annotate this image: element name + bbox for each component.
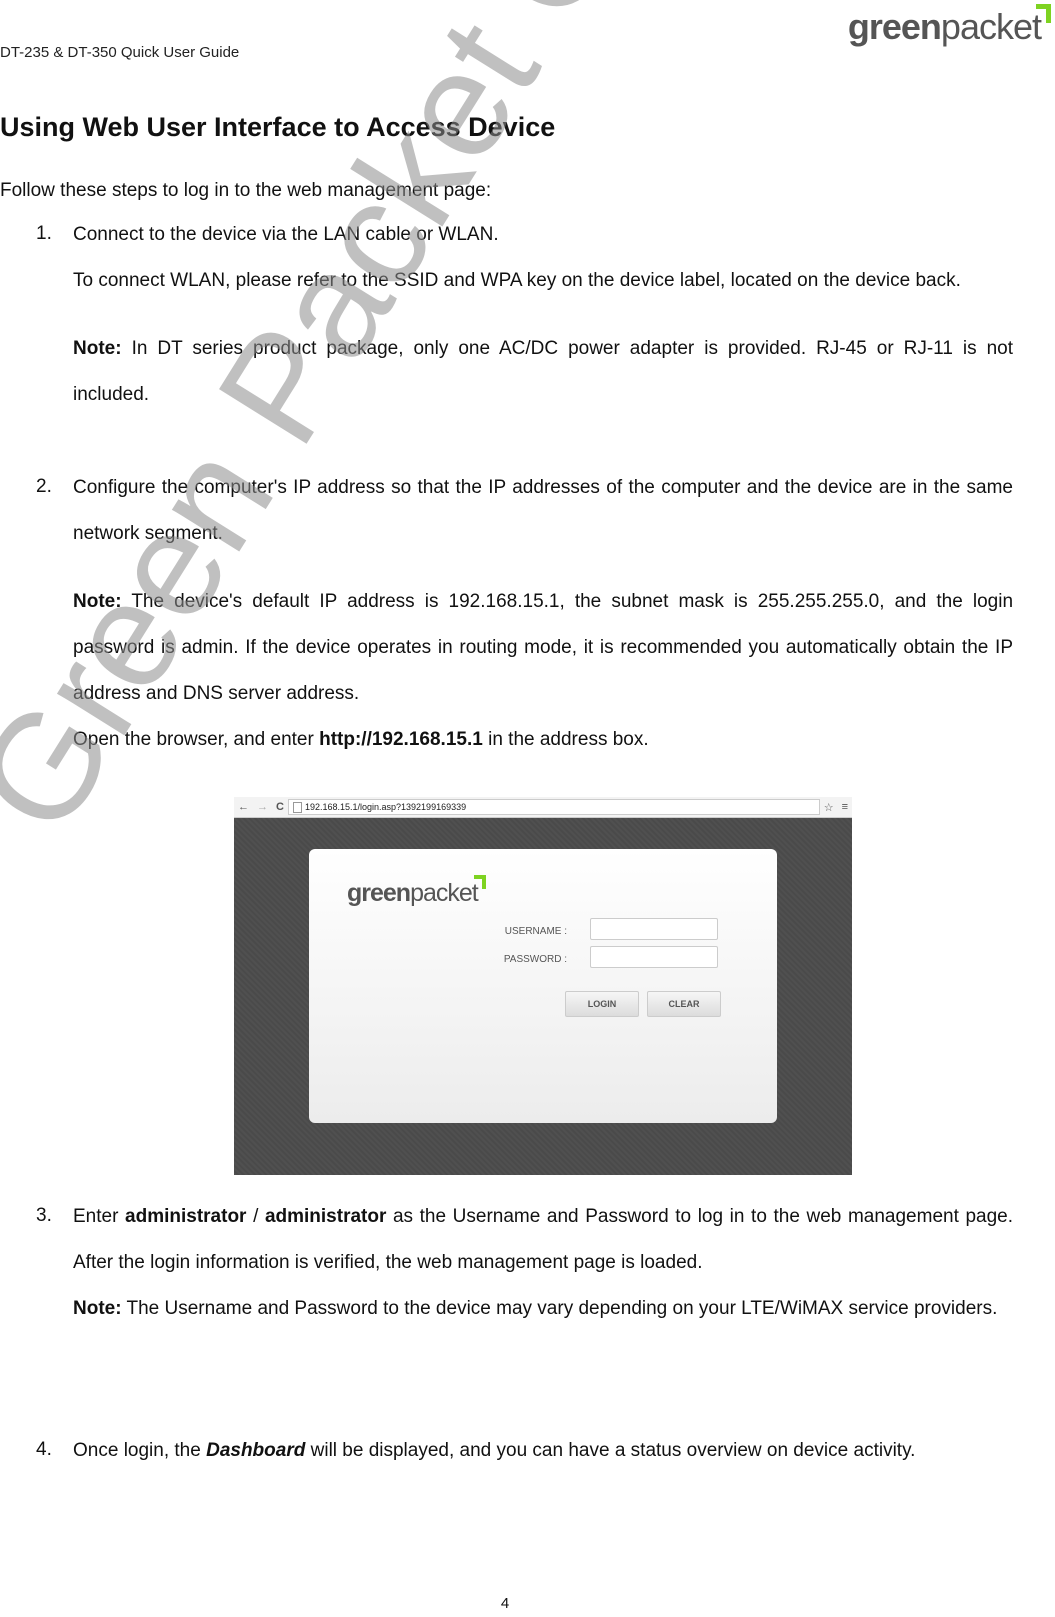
username-input: [590, 918, 718, 940]
address-bar: 192.168.15.1/login.asp?1392199169339: [287, 799, 820, 815]
step-3: Enter administrator / administrator as t…: [73, 1194, 1013, 1332]
open-post: in the address box.: [488, 729, 649, 750]
open-pre: Open the browser, and enter: [73, 729, 314, 750]
clear-button: CLEAR: [647, 991, 721, 1017]
step-1-line: Connect to the device via the LAN cable …: [73, 224, 499, 245]
username-label: USERNAME :: [504, 926, 567, 937]
reload-icon: C: [276, 801, 284, 813]
note-text: The device's default IP address is 192.1…: [73, 591, 1014, 704]
browser-toolbar: ← → C 192.168.15.1/login.asp?13921991693…: [234, 797, 852, 818]
back-icon: ←: [238, 801, 249, 813]
step-4-pre: Once login, the: [73, 1440, 201, 1461]
step-2: Configure the computer's IP address so t…: [73, 465, 1013, 763]
logo-mark-icon: [473, 875, 486, 889]
step-number: 2.: [36, 476, 52, 497]
step-2-text: Configure the computer's IP address so t…: [73, 477, 1013, 544]
step-number: 3.: [36, 1205, 52, 1226]
login-url: http://192.168.15.1: [319, 729, 483, 750]
step-3-text: Enter administrator / administrator as t…: [73, 1194, 1013, 1286]
step-number: 1.: [36, 223, 52, 244]
doc-header-title: DT-235 & DT-350 Quick User Guide: [0, 44, 240, 61]
password-label: PASSWORD :: [503, 954, 567, 965]
logo-bold: green: [847, 6, 942, 47]
separator: /: [253, 1206, 259, 1227]
login-page-screenshot: ← → C 192.168.15.1/login.asp?13921991693…: [234, 797, 852, 1175]
logo-light: packet: [410, 879, 479, 907]
logo-mark-icon: [1036, 4, 1051, 23]
login-panel: greenpacket USERNAME : PASSWORD : LOGIN …: [309, 849, 777, 1123]
section-title: Using Web User Interface to Access Devic…: [0, 112, 556, 142]
logo-bold: green: [347, 879, 411, 907]
note-text: In DT series product package, only one A…: [73, 338, 1014, 405]
star-icon: ☆: [823, 801, 834, 814]
note-text: The Username and Password to the device …: [126, 1298, 998, 1319]
step-2-open-browser: Open the browser, and enter http://192.1…: [73, 717, 1013, 763]
step-1-line: To connect WLAN, please refer to the SSI…: [73, 270, 961, 291]
step-4-post: will be displayed, and you can have a st…: [310, 1440, 916, 1461]
intro-text: Follow these steps to log in to the web …: [0, 180, 492, 201]
menu-icon: ≡: [841, 801, 848, 813]
note-label: Note:: [73, 338, 122, 359]
dashboard-term: Dashboard: [206, 1440, 306, 1461]
forward-icon: →: [257, 801, 268, 813]
step-4: Once login, the Dashboard will be displa…: [73, 1428, 1013, 1474]
step-2-note: Note: The device's default IP address is…: [73, 579, 1013, 717]
note-label: Note:: [73, 591, 122, 612]
step-1: Connect to the device via the LAN cable …: [73, 212, 1013, 418]
step-number: 4.: [36, 1439, 52, 1460]
step-3-note: Note: The Username and Password to the d…: [73, 1286, 1013, 1332]
greenpacket-logo: greenpacket: [847, 4, 1051, 48]
login-button: LOGIN: [565, 991, 639, 1017]
panel-logo: greenpacket: [347, 875, 486, 908]
note-label: Note:: [73, 1298, 122, 1319]
default-username: administrator: [125, 1206, 247, 1227]
step-3-pre: Enter: [73, 1206, 119, 1227]
default-password: administrator: [264, 1206, 387, 1227]
page-number: 4: [500, 1595, 510, 1612]
logo-light: packet: [940, 6, 1042, 47]
step-1-note: Note: In DT series product package, only…: [73, 326, 1013, 418]
password-input: [590, 946, 718, 968]
